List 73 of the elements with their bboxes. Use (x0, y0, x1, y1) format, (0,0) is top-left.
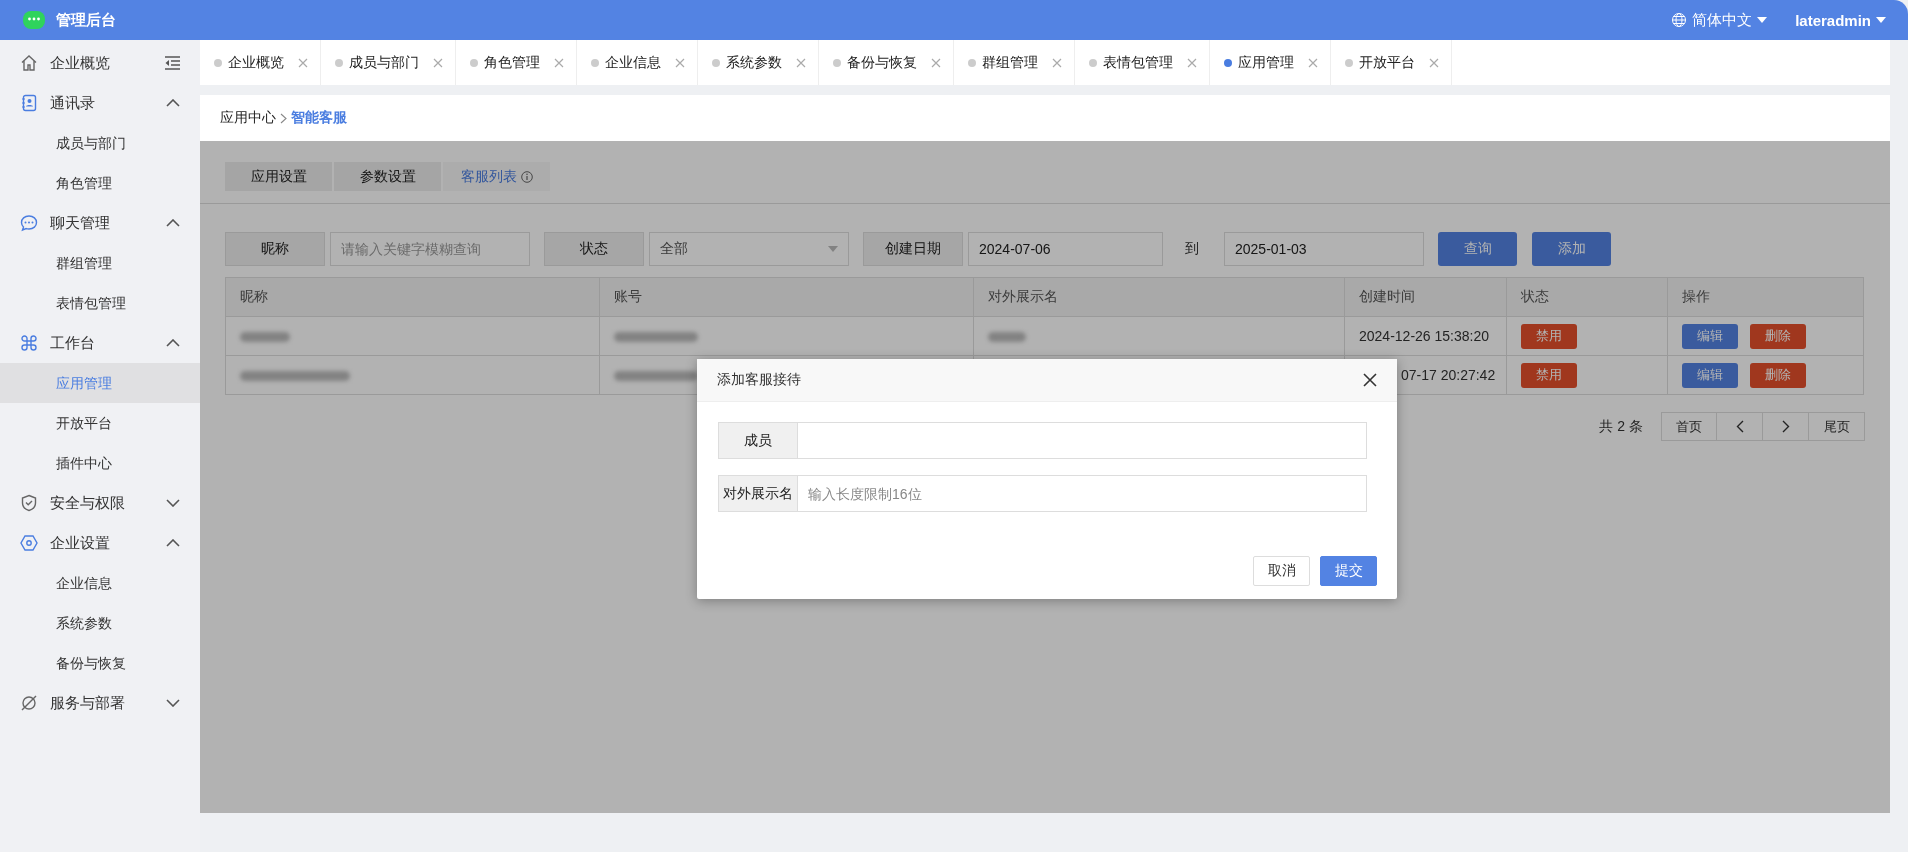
home-icon (20, 54, 38, 72)
tab[interactable]: 开放平台 (1331, 40, 1452, 85)
sidebar-item[interactable]: 安全与权限 (0, 483, 200, 523)
caret-icon (1876, 17, 1886, 23)
sub-tab[interactable]: 参数设置 (334, 162, 441, 191)
sub-tab[interactable]: 应用设置 (225, 162, 332, 191)
info-icon (520, 170, 533, 183)
sidebar-item[interactable]: 企业设置 (0, 523, 200, 563)
column-header: 对外展示名 (973, 277, 1345, 317)
table-cell: 07-17 20:27:42 (1401, 367, 1496, 383)
range-separator: 到 (1185, 240, 1199, 258)
caret-icon (828, 246, 838, 252)
sidebar-subitem[interactable]: 企业信息 (0, 563, 200, 603)
field-label: 状态 (544, 232, 644, 266)
sidebar-subitem[interactable]: 群组管理 (0, 243, 200, 283)
hexagon-icon (20, 534, 38, 552)
sidebar-item[interactable]: 工作台 (0, 323, 200, 363)
column-header: 状态 (1506, 277, 1668, 317)
chat-logo-icon (22, 10, 46, 30)
sidebar-subitem[interactable]: 成员与部门 (0, 123, 200, 163)
text-field[interactable] (798, 422, 1367, 459)
tab[interactable]: 角色管理 (456, 40, 577, 85)
app-title: 管理后台 (56, 10, 116, 30)
chevron-right-icon (1781, 420, 1790, 433)
field-label: 创建日期 (863, 232, 963, 266)
submit-button[interactable]: 提交 (1320, 556, 1377, 586)
tab[interactable]: 应用管理 (1210, 40, 1331, 85)
close-icon[interactable] (1363, 373, 1377, 387)
tab[interactable]: 表情包管理 (1075, 40, 1210, 85)
sidebar-item[interactable]: 通讯录 (0, 83, 200, 123)
total-count: 共 2 条 (1599, 417, 1643, 436)
user-menu[interactable]: lateradmin (1795, 11, 1886, 29)
chevron-left-icon (1735, 420, 1744, 433)
nickname-field[interactable]: 请输入关键字模糊查询 (330, 232, 530, 266)
sidebar-item[interactable]: 企业概览 (0, 43, 200, 83)
column-header: 账号 (599, 277, 974, 317)
date-field[interactable]: 2025-01-03 (1224, 232, 1424, 266)
tab[interactable]: 系统参数 (698, 40, 819, 85)
language-menu[interactable]: 简体中文 (1671, 10, 1768, 30)
sidebar-subitem[interactable]: 表情包管理 (0, 283, 200, 323)
tab[interactable]: 成员与部门 (321, 40, 456, 85)
table-cell: 2024-12-26 15:38:20 (1359, 328, 1489, 344)
text-field[interactable]: 输入长度限制16位 (798, 475, 1367, 512)
contact-book-icon (20, 94, 38, 112)
dialog-title: 添加客服接待 (717, 371, 801, 389)
field-label: 对外展示名 (718, 475, 798, 512)
tab[interactable]: 企业信息 (577, 40, 698, 85)
column-header: 操作 (1667, 277, 1864, 317)
field-label: 昵称 (225, 232, 325, 266)
sidebar-subitem[interactable]: 开放平台 (0, 403, 200, 443)
column-header: 创建时间 (1344, 277, 1507, 317)
field-label: 成员 (718, 422, 798, 459)
sidebar-subitem[interactable]: 角色管理 (0, 163, 200, 203)
sidebar-subitem[interactable]: 备份与恢复 (0, 643, 200, 683)
tab[interactable]: 企业概览 (200, 40, 321, 85)
sidebar-subitem[interactable]: 插件中心 (0, 443, 200, 483)
tab[interactable]: 备份与恢复 (819, 40, 954, 85)
collapse-menu-icon[interactable] (164, 56, 180, 70)
sidebar-subitem[interactable]: 系统参数 (0, 603, 200, 643)
shield-check-icon (20, 494, 38, 512)
date-field[interactable]: 2024-07-06 (968, 232, 1163, 266)
status-select[interactable]: 全部 (649, 232, 849, 266)
chat-bubble-icon (20, 214, 38, 232)
breadcrumb-link[interactable]: 应用中心 (220, 109, 276, 127)
tab[interactable]: 群组管理 (954, 40, 1075, 85)
command-key-icon (20, 334, 38, 352)
column-header: 昵称 (225, 277, 600, 317)
globe-icon (1671, 12, 1688, 28)
sidebar-item[interactable]: 服务与部署 (0, 683, 200, 723)
caret-icon (1757, 17, 1768, 23)
sidebar-item[interactable]: 聊天管理 (0, 203, 200, 243)
cancel-button[interactable]: 取消 (1253, 556, 1310, 586)
chevron-right-icon (280, 112, 287, 124)
